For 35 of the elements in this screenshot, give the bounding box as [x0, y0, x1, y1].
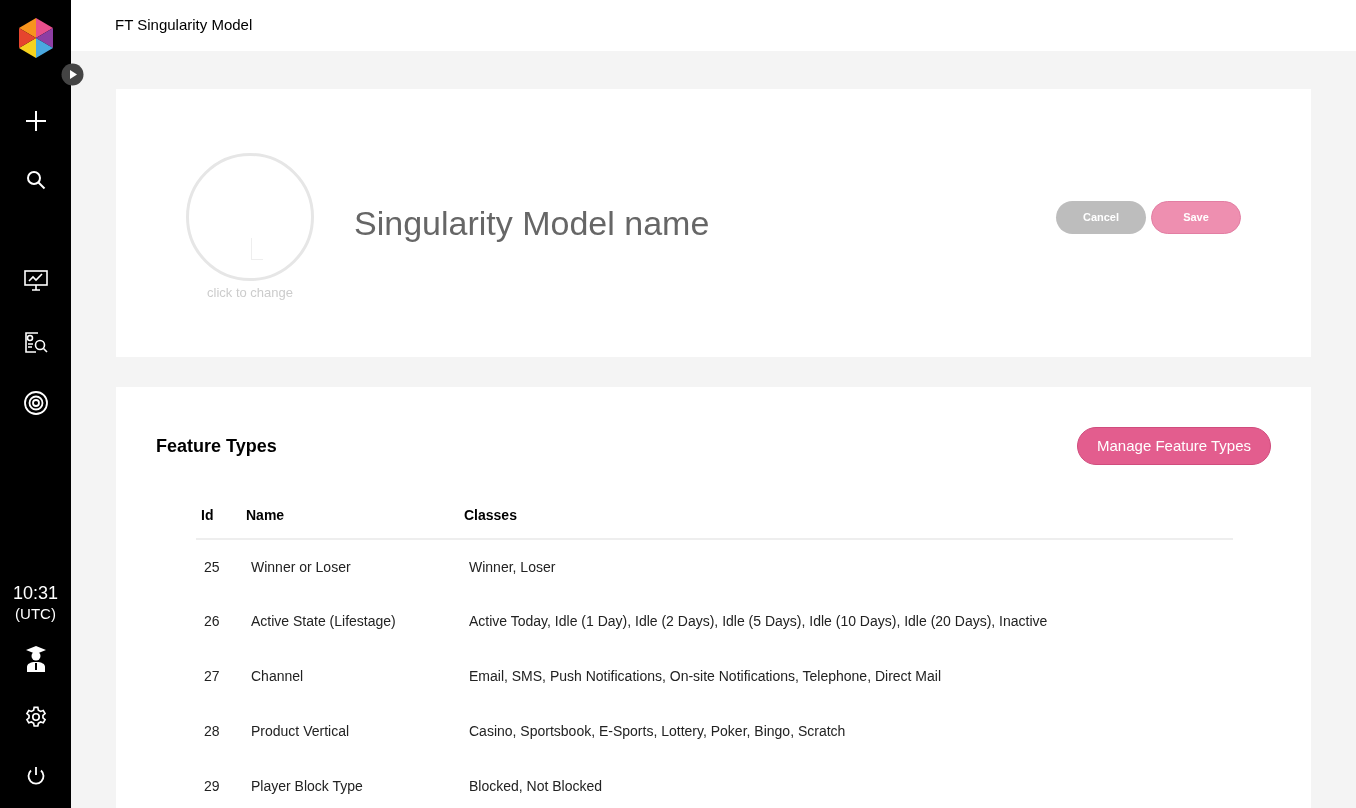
table-cell-text: Blocked, Not Blocked: [468, 777, 604, 796]
manage-feature-types-button[interactable]: Manage Feature Types: [1077, 427, 1271, 465]
table-cell-text: 26: [203, 612, 221, 631]
section-title: Feature Types: [156, 434, 277, 458]
table-cell-text: Channel: [250, 667, 305, 686]
table-cell-text: Email, SMS, Push Notifications, On-site Notifications, Telephone, Direct Mail: [468, 667, 943, 686]
column-header: Id: [196, 505, 246, 539]
table-cell-text: 29: [203, 777, 221, 796]
table-cell: Winner, Loser: [464, 539, 1233, 594]
model-name-field[interactable]: Singularity Model name: [354, 197, 914, 249]
clock-timezone: (UTC): [15, 604, 56, 624]
table-cell-text: Player Block Type: [250, 777, 364, 796]
monitor-chart-icon[interactable]: [23, 270, 48, 292]
table-cell-text: Active Today, Idle (1 Day), Idle (2 Days), Idle (5 Days), Idle (10 Days), Idle (20 Days), Inactive: [468, 612, 1049, 631]
settings-icon[interactable]: [24, 706, 47, 728]
page-title: FT Singularity Model: [115, 15, 253, 36]
cancel-button[interactable]: Cancel: [1056, 200, 1146, 234]
table-cell-text: 27: [203, 667, 221, 686]
column-header: Name: [246, 505, 464, 539]
power-icon[interactable]: [25, 766, 46, 786]
table-cell: 25: [196, 539, 246, 594]
document-search-icon[interactable]: [23, 330, 48, 354]
clock-time: 10:31: [12, 582, 58, 604]
table-cell-text: Active State (Lifestage): [250, 612, 397, 631]
hexagon-logo-icon[interactable]: [17, 18, 54, 58]
target-rings-icon[interactable]: [22, 390, 49, 416]
search-icon[interactable]: [25, 170, 46, 190]
table-cell: Winner or Loser: [246, 539, 464, 594]
table-cell-text: 28: [203, 722, 221, 741]
table-cell-text: Product Vertical: [250, 722, 351, 741]
column-header: Classes: [464, 505, 1233, 539]
graduate-user-icon[interactable]: [24, 646, 47, 672]
play-icon[interactable]: [61, 63, 84, 86]
plus-icon[interactable]: [24, 110, 47, 132]
table-cell-text: Casino, Sportsbook, E-Sports, Lottery, Poker, Bingo, Scratch: [468, 722, 847, 741]
